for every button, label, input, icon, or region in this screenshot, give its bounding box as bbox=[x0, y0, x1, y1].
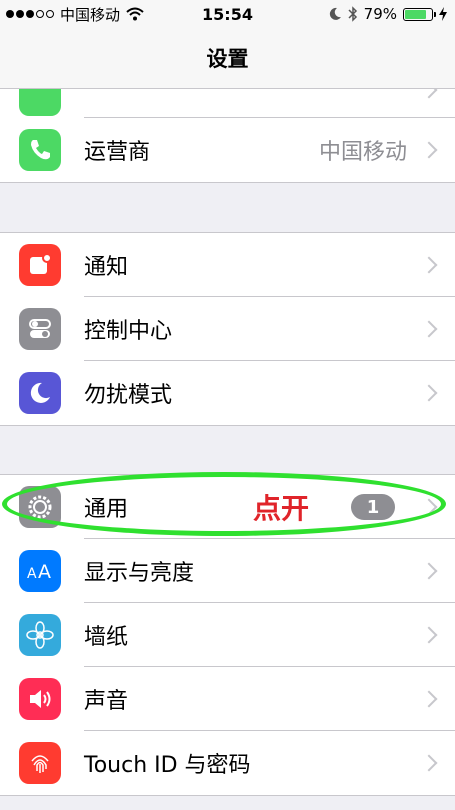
row-label: 运营商 bbox=[84, 140, 151, 165]
settings-row-touch-id[interactable]: Touch ID 与密码 bbox=[0, 731, 455, 795]
wifi-icon bbox=[126, 7, 144, 21]
settings-row-display[interactable]: AA 显示与亮度 bbox=[0, 539, 455, 603]
fingerprint-icon bbox=[19, 742, 61, 784]
chevron-right-icon bbox=[420, 141, 438, 159]
settings-row-control-center[interactable]: 控制中心 bbox=[0, 297, 455, 361]
settings-group-notifications: 通知 控制中心 勿扰模式 bbox=[0, 232, 455, 426]
signal-dot bbox=[46, 10, 54, 18]
settings-row-notifications[interactable]: 通知 bbox=[0, 233, 455, 297]
settings-row-general[interactable]: 通用 点开 1 bbox=[0, 475, 455, 539]
settings-row-carrier[interactable]: 运营商 中国移动 bbox=[0, 118, 455, 182]
gear-icon bbox=[19, 486, 61, 528]
status-bar: 中国移动 15:54 79% bbox=[0, 0, 455, 28]
chevron-right-icon bbox=[420, 690, 438, 708]
row-label: 勿扰模式 bbox=[84, 383, 173, 408]
row-label: 声音 bbox=[84, 689, 129, 714]
settings-row-sounds[interactable]: 声音 bbox=[0, 667, 455, 731]
battery-fill bbox=[405, 9, 426, 19]
chevron-right-icon bbox=[420, 626, 438, 644]
chevron-right-icon bbox=[420, 256, 438, 274]
row-label: 通用 bbox=[84, 497, 129, 522]
status-left: 中国移动 bbox=[6, 4, 144, 25]
page-title: 设置 bbox=[206, 47, 249, 71]
row-label: Touch ID 与密码 bbox=[84, 753, 251, 778]
clock: 15:54 bbox=[202, 4, 253, 24]
carrier-name: 中国移动 bbox=[60, 5, 121, 24]
signal-strength-icon bbox=[6, 10, 54, 18]
row-label: 墙纸 bbox=[84, 625, 129, 650]
notification-icon bbox=[19, 244, 61, 286]
flower-icon bbox=[19, 614, 61, 656]
phone-icon bbox=[19, 129, 61, 171]
text-size-icon: AA bbox=[19, 550, 61, 592]
battery-icon bbox=[403, 7, 436, 21]
annotation-text: 点开 bbox=[253, 492, 310, 525]
signal-dot bbox=[26, 10, 34, 18]
moon-icon bbox=[19, 372, 61, 414]
row-label: 控制中心 bbox=[84, 319, 173, 344]
row-value: 中国移动 bbox=[318, 140, 407, 165]
bluetooth-icon bbox=[348, 6, 357, 22]
signal-dot bbox=[36, 10, 44, 18]
svg-text:A: A bbox=[38, 561, 51, 583]
nav-bar: 设置 bbox=[0, 28, 455, 89]
svg-text:A: A bbox=[27, 566, 37, 582]
toggles-icon bbox=[19, 308, 61, 350]
battery-percent: 79% bbox=[363, 5, 397, 23]
charging-icon bbox=[439, 7, 447, 21]
signal-dot bbox=[6, 10, 14, 18]
chevron-right-icon bbox=[420, 754, 438, 772]
chevron-right-icon bbox=[420, 562, 438, 580]
row-label: 通知 bbox=[84, 255, 129, 280]
moon-icon bbox=[329, 7, 341, 20]
chevron-right-icon bbox=[420, 498, 438, 516]
speaker-icon bbox=[19, 678, 61, 720]
row-label: 显示与亮度 bbox=[84, 561, 195, 586]
settings-group-general: 通用 点开 1 AA 显示与亮度 墙纸 声音 Touch ID 与密码 bbox=[0, 474, 455, 796]
signal-dot bbox=[16, 10, 24, 18]
chevron-right-icon bbox=[420, 384, 438, 402]
settings-row-wallpaper[interactable]: 墙纸 bbox=[0, 603, 455, 667]
settings-row-do-not-disturb[interactable]: 勿扰模式 bbox=[0, 361, 455, 425]
chevron-right-icon bbox=[420, 320, 438, 338]
update-badge: 1 bbox=[351, 494, 395, 520]
status-right: 79% bbox=[328, 5, 447, 23]
